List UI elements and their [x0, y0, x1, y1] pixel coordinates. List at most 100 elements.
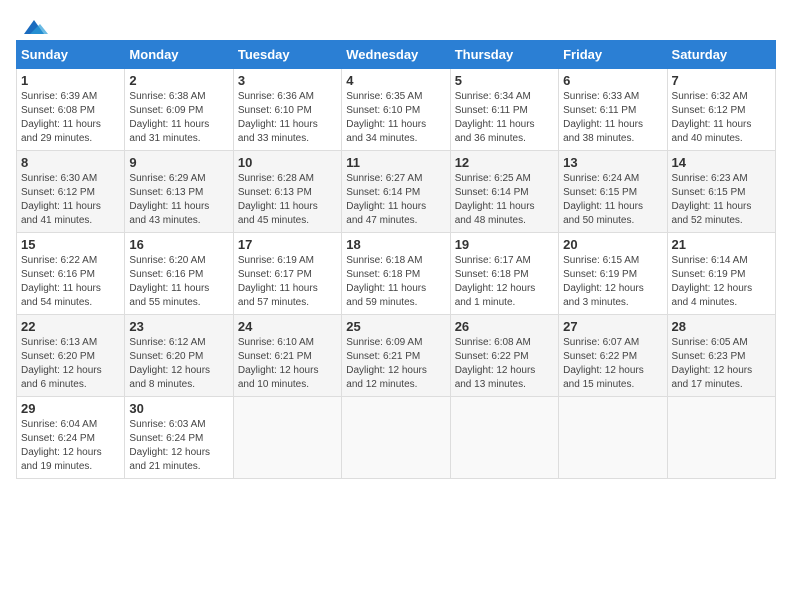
- day-number: 30: [129, 401, 228, 416]
- day-info: Sunrise: 6:39 AM Sunset: 6:08 PM Dayligh…: [21, 90, 120, 146]
- calendar-cell: 22Sunrise: 6:13 AM Sunset: 6:20 PM Dayli…: [17, 315, 125, 397]
- day-info: Sunrise: 6:23 AM Sunset: 6:15 PM Dayligh…: [672, 172, 771, 228]
- day-info: Sunrise: 6:03 AM Sunset: 6:24 PM Dayligh…: [129, 418, 228, 474]
- day-number: 13: [563, 155, 662, 170]
- day-info: Sunrise: 6:10 AM Sunset: 6:21 PM Dayligh…: [238, 336, 337, 392]
- calendar-cell: 15 Sunrise: 6:22 AM Sunset: 6:16 PM Dayli…: [17, 233, 125, 315]
- day-number: 10: [238, 155, 337, 170]
- calendar-cell: 26 Sunrise: 6:08 AM Sunset: 6:22 PM Dayli…: [450, 315, 558, 397]
- day-number: 3: [238, 73, 337, 88]
- calendar-cell: 29 Sunrise: 6:04 AM Sunset: 6:24 PM Dayli…: [17, 397, 125, 479]
- day-info: Sunrise: 6:15 AM Sunset: 6:19 PM Dayligh…: [563, 254, 662, 310]
- calendar-cell: 12Sunrise: 6:25 AM Sunset: 6:14 PM Dayli…: [450, 151, 558, 233]
- calendar-cell: 4 Sunrise: 6:35 AM Sunset: 6:10 PM Daylig…: [342, 69, 450, 151]
- day-number: 23: [129, 319, 228, 334]
- calendar-week-1: 1 Sunrise: 6:39 AM Sunset: 6:08 PM Daylig…: [17, 69, 776, 151]
- calendar-cell: 17 Sunrise: 6:19 AM Sunset: 6:17 PM Dayli…: [233, 233, 341, 315]
- day-number: 17: [238, 237, 337, 252]
- day-info: Sunrise: 6:36 AM Sunset: 6:10 PM Dayligh…: [238, 90, 337, 146]
- day-info: Sunrise: 6:20 AM Sunset: 6:16 PM Dayligh…: [129, 254, 228, 310]
- calendar-week-2: 8 Sunrise: 6:30 AM Sunset: 6:12 PM Daylig…: [17, 151, 776, 233]
- calendar-cell: 28Sunrise: 6:05 AM Sunset: 6:23 PM Dayli…: [667, 315, 775, 397]
- day-number: 14: [672, 155, 771, 170]
- day-number: 29: [21, 401, 120, 416]
- day-number: 27: [563, 319, 662, 334]
- col-header-friday: Friday: [559, 41, 667, 69]
- calendar-cell: [342, 397, 450, 479]
- col-header-sunday: Sunday: [17, 41, 125, 69]
- day-info: Sunrise: 6:28 AM Sunset: 6:13 PM Dayligh…: [238, 172, 337, 228]
- day-info: Sunrise: 6:08 AM Sunset: 6:22 PM Dayligh…: [455, 336, 554, 392]
- calendar-cell: 8 Sunrise: 6:30 AM Sunset: 6:12 PM Daylig…: [17, 151, 125, 233]
- calendar-week-3: 15 Sunrise: 6:22 AM Sunset: 6:16 PM Dayli…: [17, 233, 776, 315]
- day-number: 2: [129, 73, 228, 88]
- page-header: [16, 16, 776, 32]
- calendar-cell: [667, 397, 775, 479]
- day-number: 16: [129, 237, 228, 252]
- day-number: 26: [455, 319, 554, 334]
- calendar-cell: 30 Sunrise: 6:03 AM Sunset: 6:24 PM Dayli…: [125, 397, 233, 479]
- day-number: 1: [21, 73, 120, 88]
- calendar-cell: 6 Sunrise: 6:33 AM Sunset: 6:11 PM Daylig…: [559, 69, 667, 151]
- day-number: 8: [21, 155, 120, 170]
- calendar-cell: 10 Sunrise: 6:28 AM Sunset: 6:13 PM Dayli…: [233, 151, 341, 233]
- day-number: 11: [346, 155, 445, 170]
- calendar-cell: 24 Sunrise: 6:10 AM Sunset: 6:21 PM Dayli…: [233, 315, 341, 397]
- calendar-cell: 3 Sunrise: 6:36 AM Sunset: 6:10 PM Daylig…: [233, 69, 341, 151]
- day-number: 12: [455, 155, 554, 170]
- calendar-cell: 19Sunrise: 6:17 AM Sunset: 6:18 PM Dayli…: [450, 233, 558, 315]
- day-info: Sunrise: 6:17 AM Sunset: 6:18 PM Dayligh…: [455, 254, 554, 310]
- day-info: Sunrise: 6:09 AM Sunset: 6:21 PM Dayligh…: [346, 336, 445, 392]
- day-info: Sunrise: 6:04 AM Sunset: 6:24 PM Dayligh…: [21, 418, 120, 474]
- day-number: 4: [346, 73, 445, 88]
- day-info: Sunrise: 6:18 AM Sunset: 6:18 PM Dayligh…: [346, 254, 445, 310]
- calendar-cell: 16 Sunrise: 6:20 AM Sunset: 6:16 PM Dayli…: [125, 233, 233, 315]
- calendar-cell: 7 Sunrise: 6:32 AM Sunset: 6:12 PM Daylig…: [667, 69, 775, 151]
- calendar-cell: 23 Sunrise: 6:12 AM Sunset: 6:20 PM Dayli…: [125, 315, 233, 397]
- day-info: Sunrise: 6:13 AM Sunset: 6:20 PM Dayligh…: [21, 336, 120, 392]
- day-info: Sunrise: 6:19 AM Sunset: 6:17 PM Dayligh…: [238, 254, 337, 310]
- day-number: 6: [563, 73, 662, 88]
- calendar-cell: [233, 397, 341, 479]
- calendar-cell: [559, 397, 667, 479]
- day-number: 7: [672, 73, 771, 88]
- day-number: 15: [21, 237, 120, 252]
- calendar-cell: 14 Sunrise: 6:23 AM Sunset: 6:15 PM Dayli…: [667, 151, 775, 233]
- calendar-cell: 13 Sunrise: 6:24 AM Sunset: 6:15 PM Dayli…: [559, 151, 667, 233]
- calendar-week-4: 22Sunrise: 6:13 AM Sunset: 6:20 PM Dayli…: [17, 315, 776, 397]
- day-info: Sunrise: 6:33 AM Sunset: 6:11 PM Dayligh…: [563, 90, 662, 146]
- day-info: Sunrise: 6:27 AM Sunset: 6:14 PM Dayligh…: [346, 172, 445, 228]
- calendar-cell: 20 Sunrise: 6:15 AM Sunset: 6:19 PM Dayli…: [559, 233, 667, 315]
- calendar-cell: 2 Sunrise: 6:38 AM Sunset: 6:09 PM Daylig…: [125, 69, 233, 151]
- col-header-tuesday: Tuesday: [233, 41, 341, 69]
- calendar-cell: 11 Sunrise: 6:27 AM Sunset: 6:14 PM Dayli…: [342, 151, 450, 233]
- day-number: 18: [346, 237, 445, 252]
- calendar-cell: 21 Sunrise: 6:14 AM Sunset: 6:19 PM Dayli…: [667, 233, 775, 315]
- calendar-week-5: 29 Sunrise: 6:04 AM Sunset: 6:24 PM Dayli…: [17, 397, 776, 479]
- day-number: 20: [563, 237, 662, 252]
- day-info: Sunrise: 6:14 AM Sunset: 6:19 PM Dayligh…: [672, 254, 771, 310]
- day-info: Sunrise: 6:07 AM Sunset: 6:22 PM Dayligh…: [563, 336, 662, 392]
- calendar-cell: 18 Sunrise: 6:18 AM Sunset: 6:18 PM Dayli…: [342, 233, 450, 315]
- calendar-cell: 9Sunrise: 6:29 AM Sunset: 6:13 PM Daylig…: [125, 151, 233, 233]
- day-info: Sunrise: 6:30 AM Sunset: 6:12 PM Dayligh…: [21, 172, 120, 228]
- day-info: Sunrise: 6:32 AM Sunset: 6:12 PM Dayligh…: [672, 90, 771, 146]
- day-number: 25: [346, 319, 445, 334]
- col-header-wednesday: Wednesday: [342, 41, 450, 69]
- day-info: Sunrise: 6:22 AM Sunset: 6:16 PM Dayligh…: [21, 254, 120, 310]
- day-info: Sunrise: 6:24 AM Sunset: 6:15 PM Dayligh…: [563, 172, 662, 228]
- logo-icon: [20, 16, 48, 38]
- day-number: 5: [455, 73, 554, 88]
- col-header-saturday: Saturday: [667, 41, 775, 69]
- day-info: Sunrise: 6:38 AM Sunset: 6:09 PM Dayligh…: [129, 90, 228, 146]
- day-number: 24: [238, 319, 337, 334]
- day-number: 9: [129, 155, 228, 170]
- day-number: 21: [672, 237, 771, 252]
- day-number: 28: [672, 319, 771, 334]
- day-info: Sunrise: 6:35 AM Sunset: 6:10 PM Dayligh…: [346, 90, 445, 146]
- calendar-cell: 25 Sunrise: 6:09 AM Sunset: 6:21 PM Dayli…: [342, 315, 450, 397]
- logo: [16, 16, 48, 32]
- day-info: Sunrise: 6:34 AM Sunset: 6:11 PM Dayligh…: [455, 90, 554, 146]
- calendar-cell: 5 Sunrise: 6:34 AM Sunset: 6:11 PM Daylig…: [450, 69, 558, 151]
- day-info: Sunrise: 6:12 AM Sunset: 6:20 PM Dayligh…: [129, 336, 228, 392]
